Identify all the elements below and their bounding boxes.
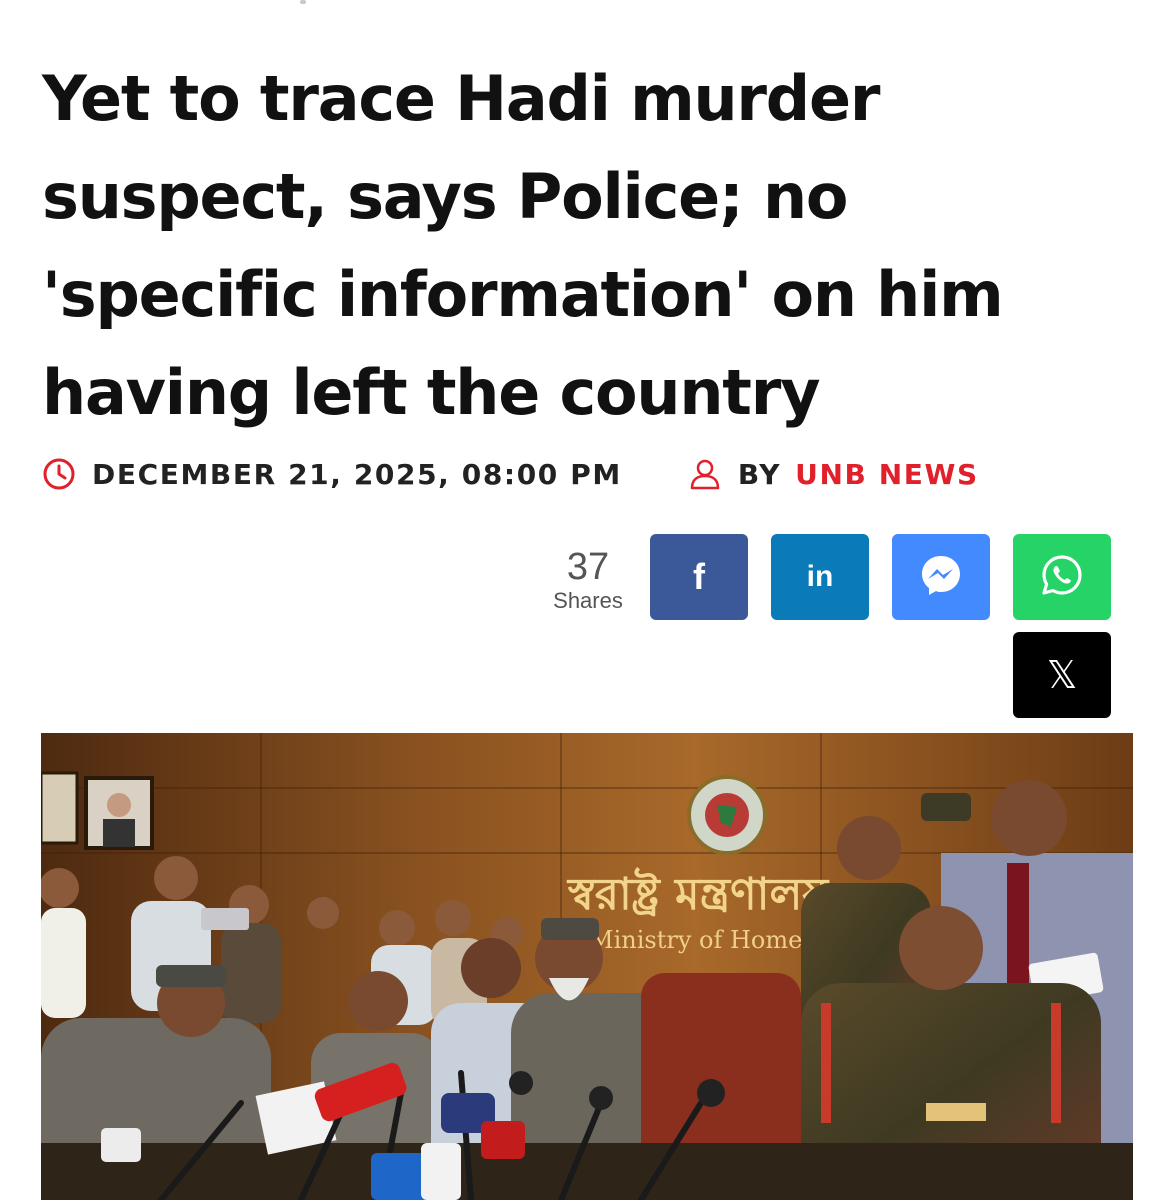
carousel-dot — [300, 0, 306, 4]
wall-sign-english: Ministry of Home — [589, 926, 802, 954]
user-icon — [688, 457, 722, 491]
x-share-button[interactable]: 𝕏 — [1013, 632, 1111, 718]
messenger-icon — [919, 553, 963, 601]
byline-label: BY — [737, 457, 782, 491]
x-icon: 𝕏 — [1046, 653, 1078, 697]
whatsapp-icon — [1040, 553, 1084, 601]
linkedin-icon: in — [806, 560, 834, 593]
facebook-share-button[interactable]: f — [650, 534, 748, 620]
share-count-number: 37 — [566, 546, 610, 588]
article-photo: স্বরাষ্ট্র মন্ত্রণালয় Ministry of Home — [41, 733, 1133, 1200]
article-headline: Yet to trace Hadi murder suspect, says P… — [42, 62, 1004, 429]
messenger-share-button[interactable] — [892, 534, 990, 620]
article-meta: DECEMBER 21, 2025, 08:00 PM BY UNB NEWS — [42, 452, 979, 496]
clock-icon — [42, 457, 76, 491]
author-link[interactable]: UNB NEWS — [795, 458, 979, 491]
facebook-icon: f — [693, 556, 705, 597]
whatsapp-share-button[interactable] — [1013, 534, 1111, 620]
linkedin-share-button[interactable]: in — [771, 534, 869, 620]
wall-sign-bengali: স্বরাষ্ট্র মন্ত্রণালয় — [566, 867, 830, 920]
top-strip — [0, 0, 1174, 10]
publish-date: DECEMBER 21, 2025, 08:00 PM — [92, 457, 622, 491]
share-count: 37 Shares — [540, 546, 636, 614]
share-count-label: Shares — [553, 588, 623, 613]
